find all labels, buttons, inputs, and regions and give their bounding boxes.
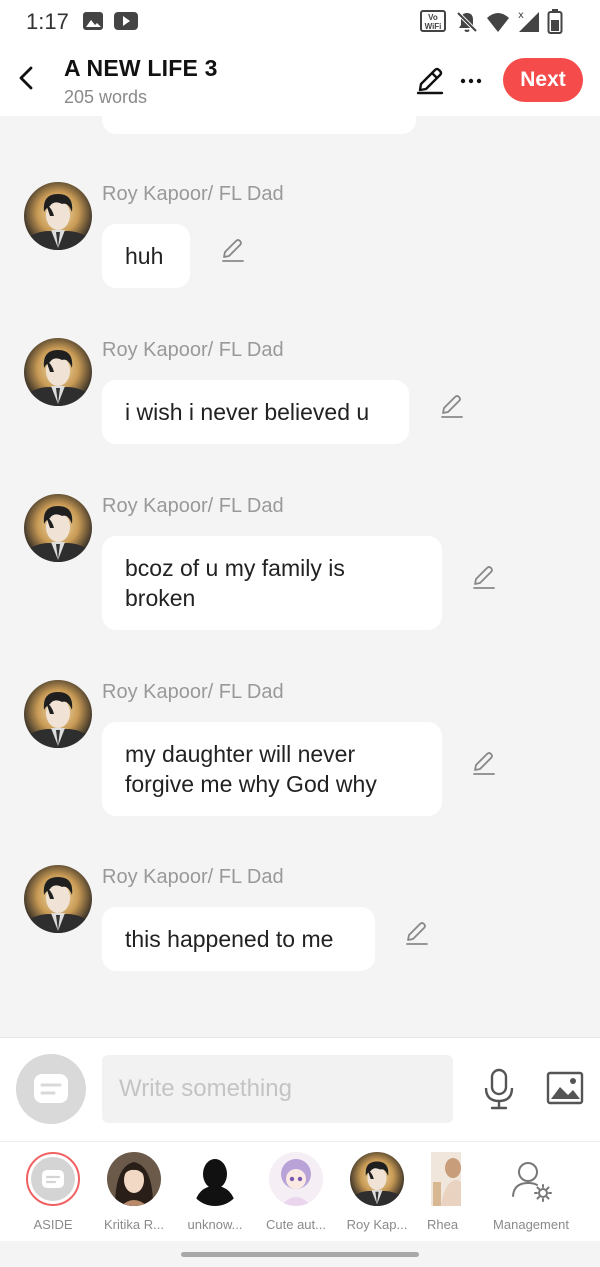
- aside-toggle-button[interactable]: [16, 1054, 86, 1124]
- back-button[interactable]: [12, 60, 40, 96]
- next-button[interactable]: Next: [503, 58, 583, 102]
- avatar: [107, 1152, 161, 1206]
- more-options-icon[interactable]: [458, 64, 484, 96]
- gallery-notification-icon: [83, 12, 103, 30]
- management-avatar: [504, 1152, 558, 1206]
- avatar[interactable]: [24, 680, 92, 748]
- sender-name: Roy Kapoor/ FL Dad: [102, 495, 284, 517]
- character-label: Rhea: [427, 1217, 459, 1232]
- page-title: A NEW LIFE 3: [64, 55, 218, 81]
- message-input[interactable]: [102, 1055, 453, 1123]
- aside-icon: [31, 1157, 75, 1201]
- aside-icon: [34, 1074, 68, 1103]
- signal-icon: x: [518, 10, 539, 32]
- status-time: 1:17: [26, 9, 69, 34]
- character-aside[interactable]: ASIDE: [13, 1152, 93, 1232]
- sender-name: Roy Kapoor/ FL Dad: [102, 339, 284, 361]
- youtube-notification-icon: [114, 12, 138, 30]
- message-bubble[interactable]: my daughter will never forgive me why Go…: [102, 722, 442, 816]
- composer: [0, 1037, 600, 1141]
- character-label: unknow...: [187, 1217, 243, 1232]
- edit-message-icon[interactable]: [220, 237, 246, 263]
- avatar[interactable]: [24, 865, 92, 933]
- message-bubble[interactable]: bcoz of u my family is broken: [102, 536, 442, 630]
- manage-characters-icon: [512, 1162, 552, 1202]
- header: A NEW LIFE 3 205 words Next: [0, 44, 600, 116]
- edit-message-icon[interactable]: [471, 750, 497, 776]
- chat-area[interactable]: Roy Kapoor/ FL Dad huh Roy Kapoor/ FL Da…: [0, 116, 600, 1037]
- microphone-icon[interactable]: [481, 1068, 517, 1110]
- character-bar: ASIDE Kritika R... unknow... Cute aut...…: [0, 1141, 600, 1241]
- character-label: Management: [493, 1217, 569, 1232]
- wifi-icon: [487, 13, 509, 32]
- home-indicator[interactable]: [181, 1252, 419, 1257]
- sender-name: Roy Kapoor/ FL Dad: [102, 681, 284, 703]
- message-bubble[interactable]: huh: [102, 224, 190, 288]
- edit-message-icon[interactable]: [471, 564, 497, 590]
- avatar[interactable]: [24, 494, 92, 562]
- system-nav-area: [0, 1241, 600, 1267]
- avatar[interactable]: [24, 338, 92, 406]
- word-count: 205 words: [64, 87, 148, 107]
- svg-text:x: x: [518, 10, 524, 21]
- image-icon[interactable]: [546, 1071, 584, 1105]
- message-bubble[interactable]: i wish i never believed u: [102, 380, 409, 444]
- vowifi-icon: Vo WiFi: [420, 10, 446, 32]
- character-cute-aut[interactable]: Cute aut...: [256, 1152, 336, 1232]
- character-label: Cute aut...: [266, 1217, 326, 1232]
- avatar: [188, 1152, 242, 1206]
- sender-name: Roy Kapoor/ FL Dad: [102, 183, 284, 205]
- character-rhea[interactable]: Rhea: [403, 1152, 483, 1232]
- edit-message-icon[interactable]: [404, 920, 430, 946]
- aside-avatar: [26, 1152, 80, 1206]
- character-label: Kritika R...: [104, 1217, 164, 1232]
- character-kritika[interactable]: Kritika R...: [94, 1152, 174, 1232]
- message-bubble[interactable]: this happened to me: [102, 907, 375, 971]
- avatar: [350, 1152, 404, 1206]
- sender-name: Roy Kapoor/ FL Dad: [102, 866, 284, 888]
- edit-icon[interactable]: [414, 64, 446, 96]
- edit-message-icon[interactable]: [439, 393, 465, 419]
- avatar: [269, 1152, 323, 1206]
- battery-icon: [547, 9, 563, 34]
- notifications-muted-icon: [456, 11, 478, 33]
- character-management[interactable]: Management: [483, 1152, 579, 1232]
- character-label: ASIDE: [33, 1217, 73, 1232]
- avatar[interactable]: [24, 182, 92, 250]
- avatar: [431, 1152, 461, 1206]
- status-bar: 1:17 Vo WiFi x: [0, 0, 600, 44]
- message-bubble-previous[interactable]: [102, 116, 416, 134]
- character-unknown[interactable]: unknow...: [175, 1152, 255, 1232]
